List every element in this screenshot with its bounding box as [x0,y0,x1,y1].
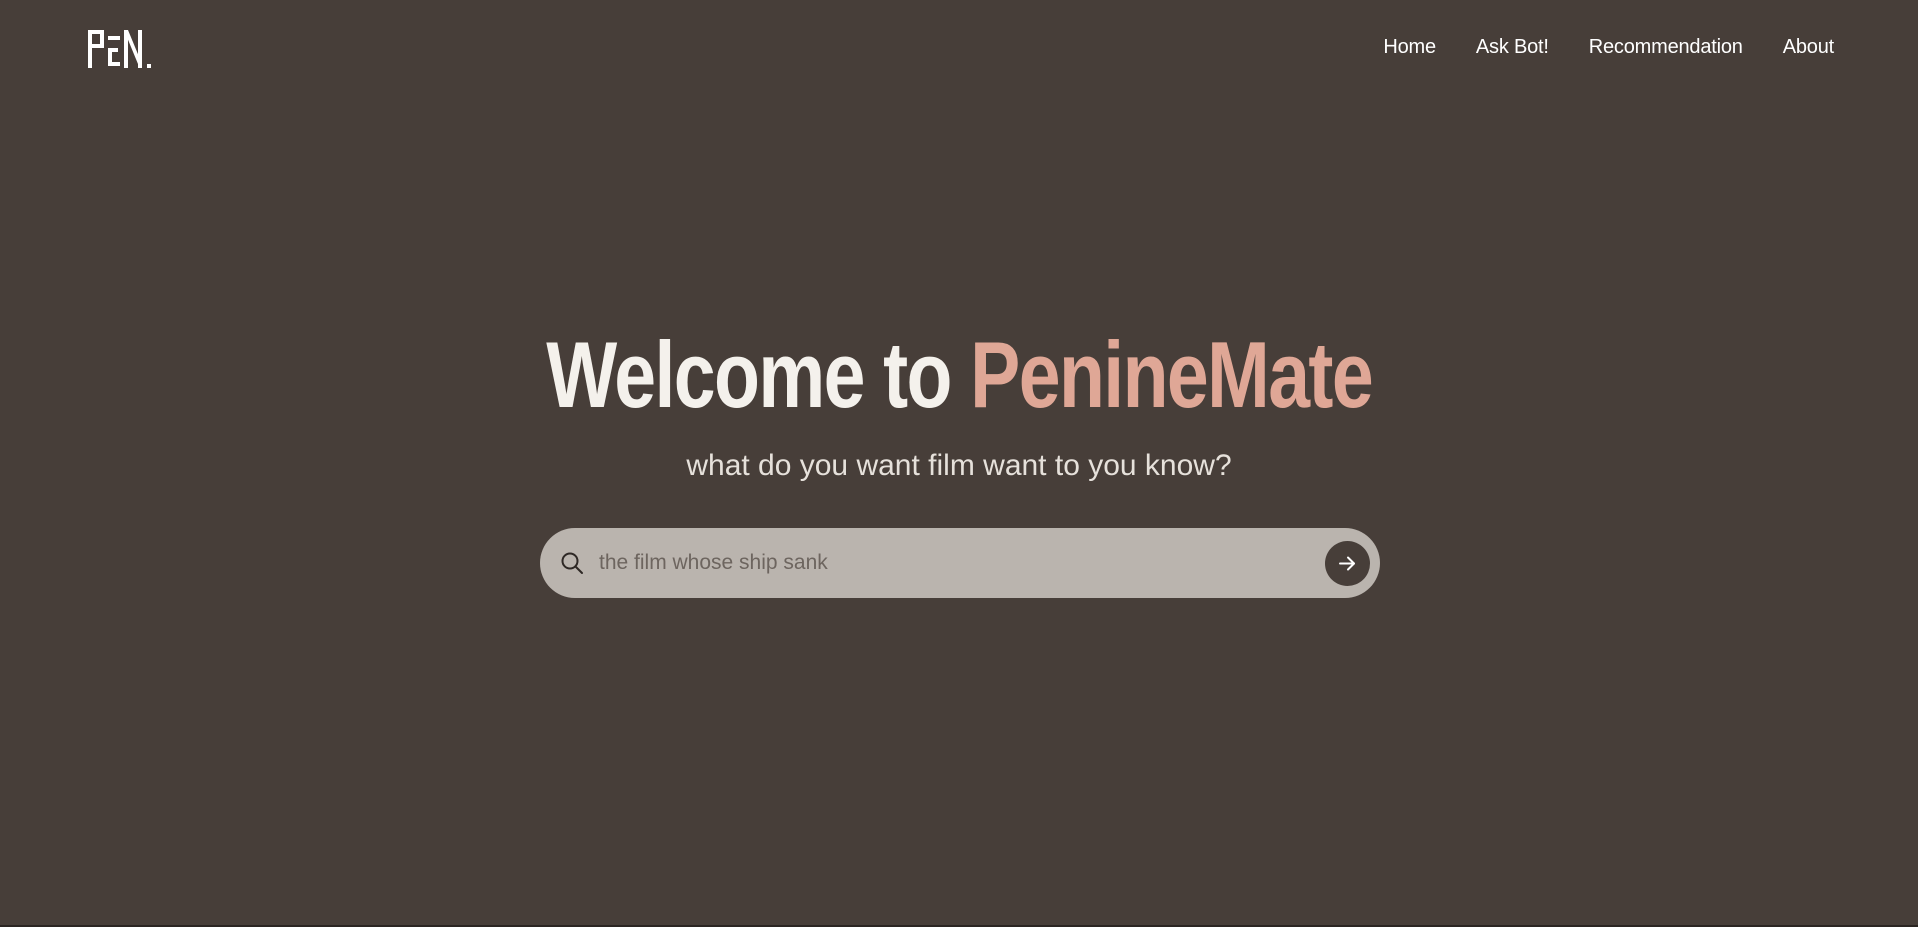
title-brand: PenineMate [970,322,1374,427]
arrow-right-icon [1339,556,1355,571]
nav-ask-bot[interactable]: Ask Bot! [1476,36,1549,59]
hero: Welcome to PenineMate what do you want f… [0,315,1918,483]
nav-recommendation[interactable]: Recommendation [1589,36,1743,59]
logo[interactable] [86,28,152,70]
page-title: Welcome to PenineMate [546,315,1374,435]
search-submit-button[interactable] [1325,541,1370,586]
subtitle: what do you want film want to you know? [686,449,1232,482]
nav-home[interactable]: Home [1383,36,1436,59]
search-bar [540,528,1380,598]
title-prefix: Welcome to [546,322,971,427]
search-input[interactable] [599,528,1299,598]
nav-about[interactable]: About [1783,36,1834,59]
search-icon [561,552,583,574]
main-nav: Home Ask Bot! Recommendation About [1383,36,1834,59]
